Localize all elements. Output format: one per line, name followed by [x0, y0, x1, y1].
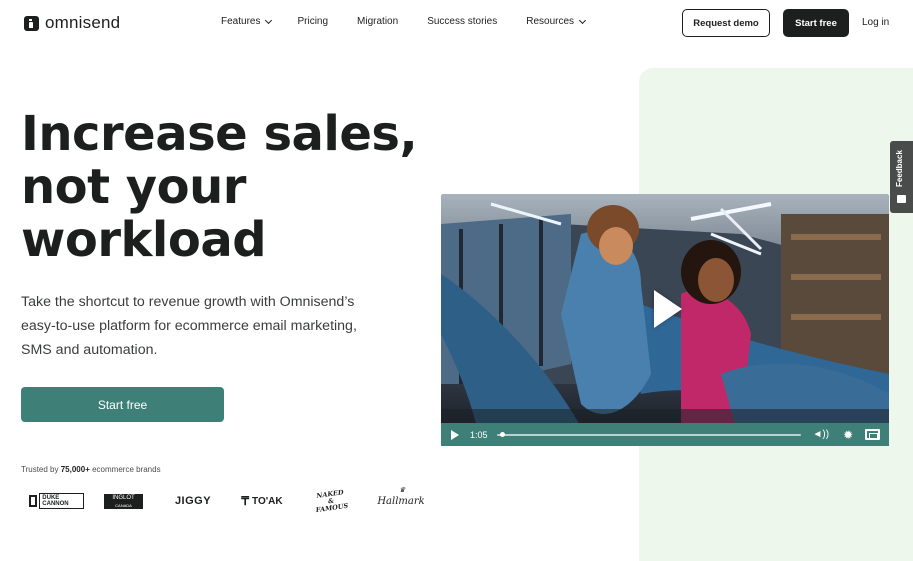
jiggy-logo: JIGGY	[174, 495, 212, 507]
video-controls-bar: 1:05 ◄)) ✹	[441, 423, 889, 446]
fullscreen-icon[interactable]	[865, 429, 881, 440]
request-demo-button[interactable]: Request demo	[682, 9, 770, 37]
toak-text: TO'AK	[252, 495, 283, 507]
duke-cannon-logo: DUKE CANNON	[29, 489, 84, 513]
inglot-block: INGLOT CANADA	[104, 493, 143, 509]
volume-icon[interactable]: ◄))	[813, 429, 830, 440]
omnisend-logo[interactable]: omnisend	[24, 13, 120, 33]
omnisend-logo-icon	[24, 15, 39, 31]
inglot-text: INGLOT	[112, 494, 135, 501]
nav-migration-label: Migration	[357, 16, 399, 27]
hero-headline: Increase sales, not your workload	[21, 108, 441, 267]
video-time: 1:05	[470, 429, 488, 440]
subhead-line: easy-to-use platform for ecommerce email…	[21, 318, 357, 334]
subhead-line: SMS and automation.	[21, 342, 158, 358]
site-header: omnisend Features Pricing Migration Succ…	[0, 0, 913, 45]
trusted-by-text: Trusted by 75,000+ ecommerce brands	[21, 465, 161, 474]
inglot-logo: INGLOT CANADA	[104, 489, 143, 513]
hallmark-crown-icon: ♛	[399, 486, 406, 494]
login-link[interactable]: Log in	[862, 17, 889, 28]
nav-features-label: Features	[221, 16, 261, 27]
inglot-subtext: CANADA	[115, 502, 132, 508]
chevron-down-icon	[265, 16, 273, 24]
hero-subheading: Take the shortcut to revenue growth with…	[21, 290, 381, 362]
settings-gear-icon[interactable]: ✹	[843, 428, 853, 442]
play-icon[interactable]	[451, 429, 459, 440]
duke-cannon-mark-icon	[29, 495, 38, 507]
duke-cannon-text: DUKE CANNON	[39, 493, 84, 509]
feedback-label: Feedback	[895, 150, 904, 187]
video-progress-bar[interactable]	[496, 431, 801, 437]
logo-text: omnisend	[45, 13, 121, 32]
naked-famous-logo: NAKED & FAMOUS	[315, 487, 349, 514]
nav-pricing-label: Pricing	[297, 16, 329, 27]
main-nav: Features Pricing Migration Success stori…	[221, 16, 587, 27]
headline-line: Increase sales,	[21, 106, 418, 162]
subhead-line: Take the shortcut to revenue growth with…	[21, 294, 355, 310]
trusted-prefix: Trusted by	[21, 465, 59, 474]
trusted-suffix: ecommerce brands	[92, 465, 161, 474]
nav-success-stories[interactable]: Success stories	[427, 16, 497, 27]
progress-knob[interactable]	[499, 431, 505, 437]
headline-line: workload	[21, 212, 267, 268]
start-free-header-button[interactable]: Start free	[783, 9, 849, 37]
nav-pricing[interactable]: Pricing	[297, 16, 328, 27]
hallmark-logo: ♛ Hallmark	[377, 486, 425, 513]
play-overlay-icon[interactable]	[654, 290, 682, 328]
feedback-tab[interactable]: Feedback	[890, 141, 913, 213]
hallmark-text: Hallmark	[377, 495, 425, 507]
trusted-count: 75,000+	[60, 465, 90, 474]
feedback-icon	[897, 195, 906, 203]
toak-logo: ₸ TO'AK	[237, 489, 287, 513]
chevron-down-icon	[578, 16, 587, 24]
nav-success-stories-label: Success stories	[427, 16, 498, 27]
nav-migration[interactable]: Migration	[357, 16, 398, 27]
headline-line: not your	[21, 159, 246, 215]
nav-resources-label: Resources	[526, 16, 575, 27]
nav-features[interactable]: Features	[221, 16, 273, 27]
toak-mark-icon: ₸	[241, 494, 250, 508]
start-free-hero-button[interactable]: Start free	[21, 387, 224, 422]
nav-resources[interactable]: Resources	[526, 16, 587, 27]
